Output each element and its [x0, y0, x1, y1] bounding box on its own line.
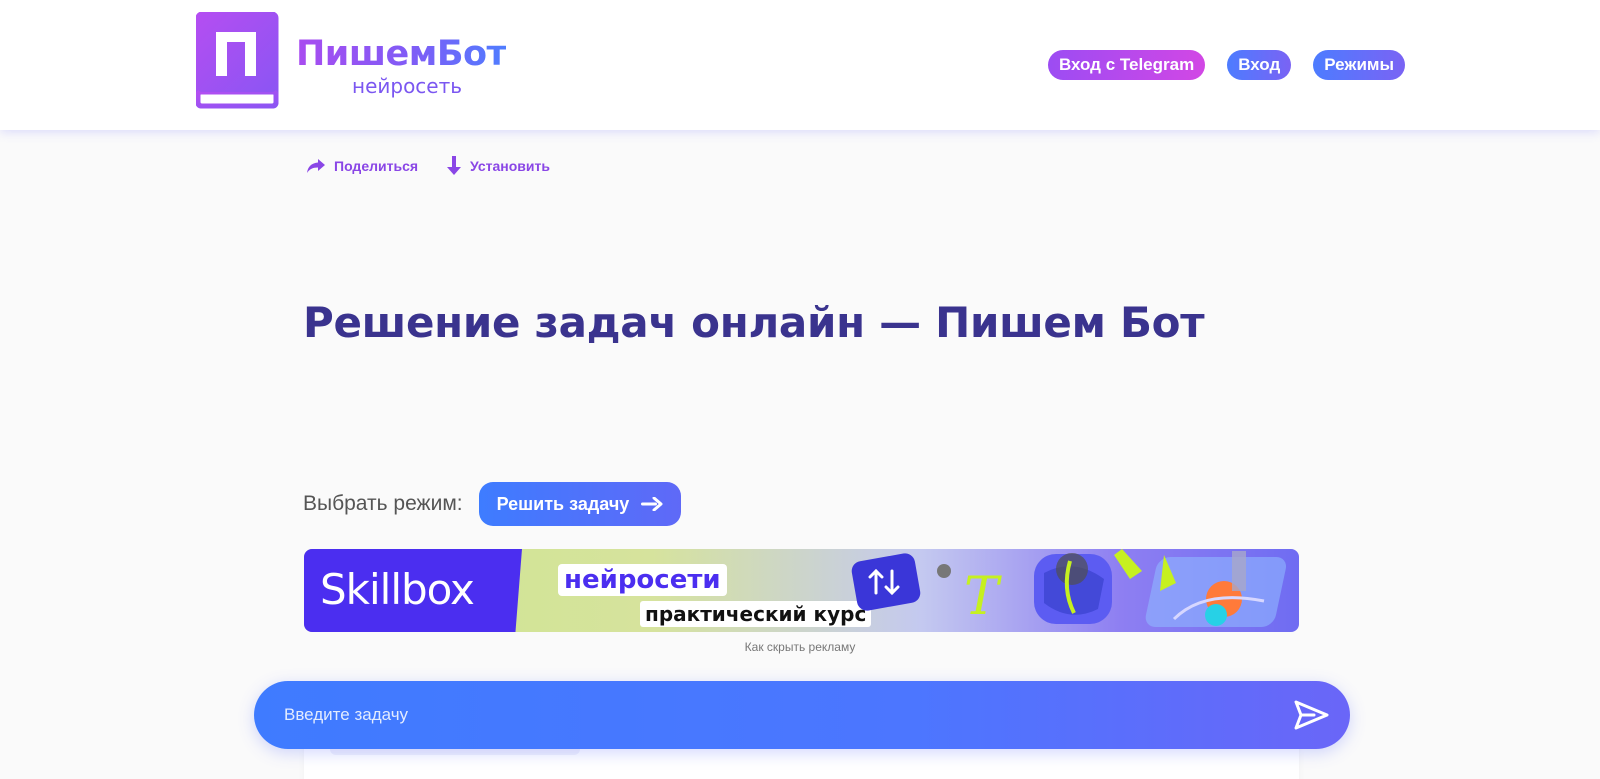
task-input[interactable] — [284, 681, 1244, 749]
skillbox-ad-banner[interactable]: Skillbox нейросети практический курс T — [304, 549, 1299, 632]
page-title: Решение задач онлайн — Пишем Бот — [303, 298, 1205, 347]
install-link[interactable]: Установить — [446, 156, 550, 176]
ad-headline: нейросети — [558, 564, 727, 596]
header-nav: Вход с Telegram Вход Режимы — [1047, 50, 1405, 80]
share-link[interactable]: Поделиться — [306, 158, 418, 174]
share-label: Поделиться — [334, 158, 419, 174]
mode-label: Выбрать режим: — [303, 492, 463, 515]
mode-solve-task-button[interactable]: Решить задачу — [478, 482, 682, 526]
install-label: Установить — [470, 158, 550, 174]
logo-book-icon — [196, 12, 279, 109]
ad-illustration: T — [851, 549, 1287, 627]
mode-button-label: Решить задачу — [496, 493, 630, 514]
login-button[interactable]: Вход — [1227, 50, 1292, 80]
site-logo[interactable]: ПишемБот нейросеть — [196, 12, 516, 112]
share-install-toolbar: Поделиться Установить — [306, 156, 550, 176]
modes-button[interactable]: Режимы — [1313, 50, 1405, 80]
logo-subtitle: нейросеть — [352, 74, 463, 98]
ad-brand-name: Skillbox — [320, 565, 475, 614]
send-paper-plane-icon — [1294, 700, 1329, 730]
logo-name: ПишемБот — [296, 34, 507, 74]
mode-selector: Выбрать режим: Решить задачу — [303, 482, 682, 526]
send-button[interactable] — [1292, 695, 1332, 735]
svg-text:T: T — [964, 567, 1002, 627]
telegram-login-button[interactable]: Вход с Telegram — [1047, 50, 1206, 80]
ad-brand-block: Skillbox — [304, 549, 522, 632]
task-input-bar — [254, 681, 1350, 749]
download-arrow-icon — [447, 156, 462, 175]
site-header: ПишемБот нейросеть Вход с Telegram Вход … — [0, 0, 1600, 130]
share-arrow-icon — [307, 159, 325, 173]
arrow-right-icon — [641, 497, 663, 511]
hide-ad-link[interactable]: Как скрыть рекламу — [0, 640, 1600, 654]
